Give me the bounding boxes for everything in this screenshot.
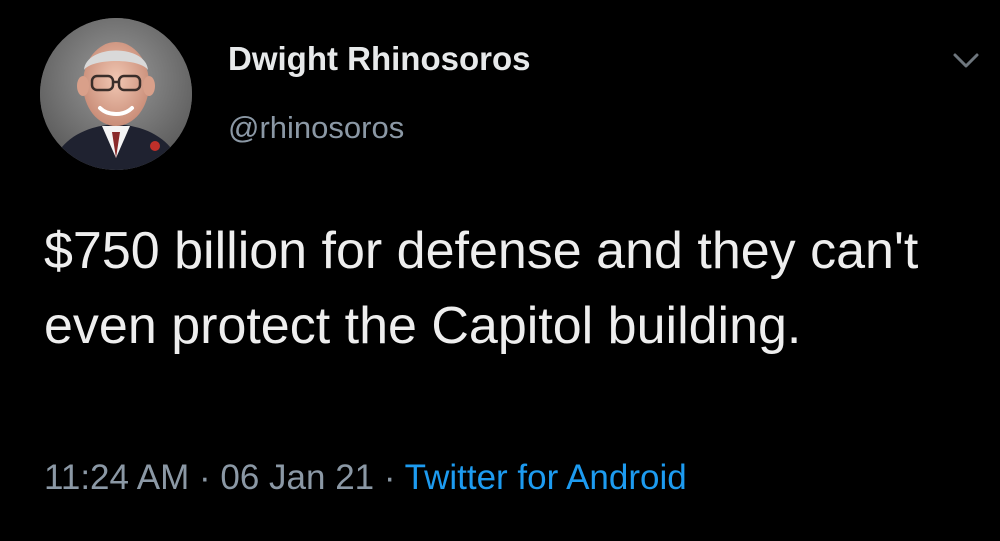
tweet-date[interactable]: 06 Jan 21	[220, 458, 374, 497]
author-display-name[interactable]: Dwight Rhinosoros	[228, 40, 530, 78]
profile-photo-icon	[40, 18, 192, 170]
meta-separator: ·	[383, 458, 396, 497]
author-handle[interactable]: @rhinosoros	[228, 110, 404, 146]
tweet-menu-button[interactable]	[948, 42, 984, 78]
meta-separator: ·	[199, 458, 211, 497]
tweet-time[interactable]: 11:24 AM	[44, 458, 189, 497]
tweet-metadata: 11:24 AM · 06 Jan 21 · Twitter for Andro…	[44, 458, 687, 498]
chevron-down-icon	[953, 53, 979, 68]
tweet-text: $750 billion for defense and they can't …	[44, 222, 919, 355]
tweet-source-link[interactable]: Twitter for Android	[405, 458, 687, 497]
avatar[interactable]	[40, 18, 192, 170]
tweet-card: Dwight Rhinosoros @rhinosoros $750 billi…	[0, 0, 1000, 541]
